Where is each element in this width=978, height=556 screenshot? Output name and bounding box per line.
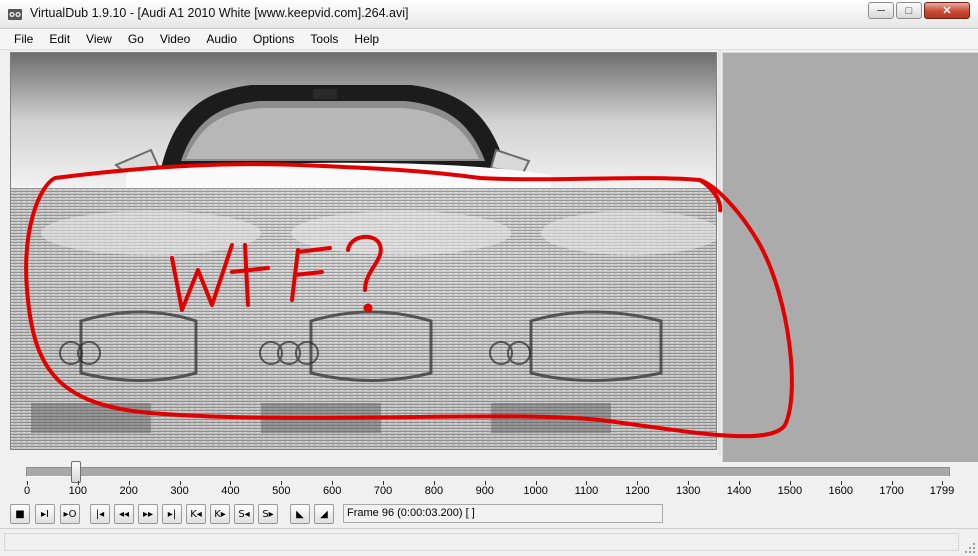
go-start-button[interactable]: |◂ (90, 504, 110, 524)
next-keyframe-button[interactable]: K▸ (210, 504, 230, 524)
frame-position-field[interactable]: Frame 96 (0:00:03.200) [ ] (343, 504, 663, 523)
scene-forward-button[interactable]: S▸ (258, 504, 278, 524)
go-start-icon: |◂ (95, 508, 105, 520)
timeline-tick-label: 700 (373, 485, 393, 497)
timeline-tick-label: 1000 (523, 485, 548, 497)
status-bar (0, 528, 978, 556)
playback-toolbar: Frame 96 (0:00:03.200) [ ] ■ ▸I ▸O |◂ ◂◂ ▸▸ ▸|… (0, 503, 978, 525)
resize-grip-icon[interactable] (964, 542, 976, 554)
scene-forward-icon: S▸ (262, 508, 274, 520)
timeline-tick-label: 1700 (879, 485, 904, 497)
timeline-tick-label: 1799 (929, 485, 955, 497)
stop-icon: ■ (15, 508, 25, 520)
play-output-button[interactable]: ▸O (60, 504, 80, 524)
timeline-tick-label: 1200 (625, 485, 650, 497)
prev-frame-button[interactable]: ◂◂ (114, 504, 134, 524)
mark-in-button[interactable]: ◣ (290, 504, 310, 524)
timeline-tick-label: 1100 (574, 485, 599, 497)
timeline-tick-label: 600 (322, 485, 342, 497)
timeline-tick-label: 1400 (726, 485, 752, 497)
mark-out-button[interactable]: ◢ (314, 504, 334, 524)
go-end-button[interactable]: ▸| (162, 504, 182, 524)
mark-in-icon: ◣ (296, 508, 304, 520)
timeline-tick-label: 300 (170, 485, 189, 497)
next-frame-button[interactable]: ▸▸ (138, 504, 158, 524)
timeline-tick-label: 100 (68, 485, 88, 497)
timeline-position-thumb[interactable] (70, 461, 81, 483)
timeline-tick-label: 1500 (777, 485, 803, 497)
timeline-tick-label: 900 (475, 485, 494, 497)
mark-out-icon: ◢ (320, 508, 328, 520)
timeline-tick-label: 1300 (675, 485, 701, 497)
next-frame-icon: ▸▸ (142, 508, 154, 520)
scene-back-button[interactable]: S◂ (234, 504, 254, 524)
scene-back-icon: S◂ (238, 508, 250, 520)
timeline-tick-label: 0 (23, 485, 31, 497)
status-text (4, 533, 959, 551)
timeline-tick-label: 500 (272, 485, 291, 497)
prev-keyframe-icon: K◂ (190, 508, 202, 520)
next-keyframe-icon: K▸ (214, 508, 226, 520)
play-input-icon: ▸I (41, 508, 49, 520)
timeline-tick-label: 1600 (828, 485, 854, 497)
prev-keyframe-button[interactable]: K◂ (186, 504, 206, 524)
timeline: 0 100 200 300 400 500 600 700 800 900 1000 1100 1200… (0, 460, 978, 500)
go-end-icon: ▸| (167, 508, 177, 520)
prev-frame-icon: ◂◂ (118, 508, 130, 520)
play-output-icon: ▸O (63, 508, 77, 520)
timeline-tick-label: 400 (221, 485, 240, 497)
play-input-button[interactable]: ▸I (35, 504, 55, 524)
timeline-track[interactable] (26, 467, 950, 477)
stop-button[interactable]: ■ (10, 504, 30, 524)
timeline-tick-label: 800 (424, 485, 444, 497)
timeline-tick-label: 200 (119, 485, 138, 497)
